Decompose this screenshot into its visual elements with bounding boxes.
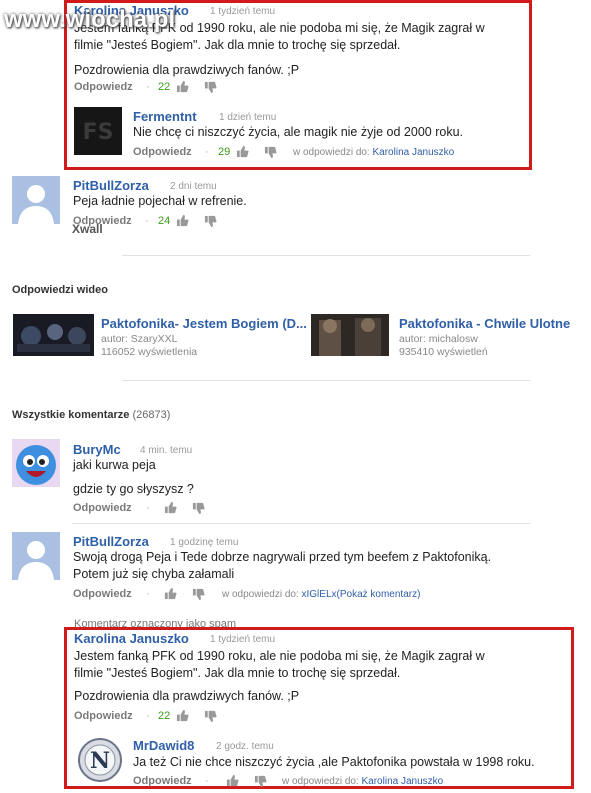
separator-dot: · <box>145 215 149 227</box>
reply-button[interactable]: Odpowiedz <box>74 81 133 93</box>
comment-author[interactable]: PitBullZorza <box>73 178 149 193</box>
video-title-link[interactable]: Paktofonika- Jestem Bogiem (D... <box>101 316 307 331</box>
thumb-down-icon[interactable] <box>204 215 217 228</box>
divider <box>122 380 530 381</box>
watermark-logo: www.wiocha.pl <box>4 6 176 33</box>
in-reply-prefix: w odpowiedzi do: <box>293 147 370 158</box>
separator-dot: · <box>146 81 150 93</box>
in-reply-to: w odpowiedzi do: Karolina Januszko <box>282 776 443 787</box>
video-author: autor: michalosw <box>399 333 478 345</box>
like-count: 22 <box>158 81 171 93</box>
comment-time: 4 min. temu <box>140 445 193 456</box>
thumb-down-icon[interactable] <box>254 775 267 788</box>
comment-text: filmie "Jesteś Bogiem". Jak dla mnie to … <box>74 666 401 680</box>
comment-text: Peja ładnie pojechał w refrenie. <box>73 194 247 208</box>
video-responses-title: Odpowiedzi wideo <box>12 284 108 296</box>
divider <box>72 523 530 524</box>
reply-button[interactable]: Odpowiedz <box>73 502 132 514</box>
thumb-down-icon[interactable] <box>192 588 205 601</box>
comment-time: 1 tydzień temu <box>210 6 276 17</box>
all-comments-title: Wszystkie komentarze (26873) <box>12 409 170 421</box>
comment-author[interactable]: Karolina Januszko <box>74 631 189 646</box>
comment-text: Pozdrowienia dla prawdziwych fanów. ;P <box>74 63 300 77</box>
show-comment-link[interactable]: (Pokaż komentarz) <box>337 589 421 600</box>
video-thumbnail-image-icon <box>311 314 389 356</box>
video-thumbnail[interactable] <box>13 314 94 356</box>
comment-text: Potem już się chyba załamali <box>73 567 235 581</box>
video-thumbnail[interactable] <box>311 314 389 356</box>
reply-time: 2 godz. temu <box>216 741 274 752</box>
comment-text: jaki kurwa peja <box>73 458 156 472</box>
all-comments-label: Wszystkie komentarze <box>12 409 130 421</box>
video-views: 935410 wyświetleń <box>399 346 488 358</box>
comment-author[interactable]: BuryMc <box>73 442 121 457</box>
reply-time: 1 dzień temu <box>219 112 277 123</box>
avatar[interactable] <box>12 439 60 487</box>
video-views: 116052 wyświetlenia <box>101 346 198 358</box>
in-reply-user-link[interactable]: Karolina Januszko <box>373 147 455 158</box>
avatar[interactable]: FS <box>74 107 122 155</box>
svg-text:N: N <box>90 748 110 774</box>
comment-text: Swoją drogą Peja i Tede dobrze nagrywali… <box>73 550 492 564</box>
thumb-up-icon[interactable] <box>176 214 189 227</box>
thumb-down-icon[interactable] <box>264 146 277 159</box>
default-avatar-icon[interactable] <box>12 176 60 224</box>
reply-author[interactable]: Fermentnt <box>133 109 197 124</box>
all-comments-count: (26873) <box>132 409 171 421</box>
thumb-down-icon[interactable] <box>192 502 205 515</box>
in-reply-prefix: w odpowiedzi do: <box>222 589 299 600</box>
comment-text: Pozdrowienia dla prawdziwych fanów. ;P <box>74 689 300 703</box>
thumb-up-icon[interactable] <box>164 587 177 600</box>
reply-text: Nie chcę ci niszczyć życia, ale magik ni… <box>133 125 464 139</box>
comment-time: 2 dni temu <box>170 181 217 192</box>
in-reply-to: w odpowiedzi do: xIGlELx(Pokaż komentarz… <box>222 589 420 600</box>
xwall-overlay-text: Xwall <box>72 222 103 236</box>
separator-dot: · <box>146 588 150 600</box>
comment-text: filmie "Jesteś Bogiem". Jak dla mnie to … <box>74 38 401 52</box>
separator-dot: · <box>146 710 150 722</box>
wikipedia-globe-icon: N <box>76 736 124 784</box>
separator-dot: · <box>146 502 150 514</box>
like-count: 29 <box>218 146 231 158</box>
video-title-link[interactable]: Paktofonika - Chwile Ulotne <box>399 316 570 331</box>
comment-author[interactable]: PitBullZorza <box>73 534 149 549</box>
blue-monster-avatar-icon <box>12 439 60 487</box>
default-avatar-icon[interactable] <box>12 532 60 580</box>
like-count: 22 <box>158 710 171 722</box>
thumb-up-icon[interactable] <box>236 145 249 158</box>
thumb-down-icon[interactable] <box>204 710 217 723</box>
reply-button[interactable]: Odpowiedz <box>133 775 192 787</box>
thumb-up-icon[interactable] <box>226 774 239 787</box>
svg-text:FS: FS <box>83 120 114 145</box>
thumb-up-icon[interactable] <box>176 709 189 722</box>
comment-time: 1 godzinę temu <box>170 537 239 548</box>
in-reply-to: w odpowiedzi do: Karolina Januszko <box>293 147 454 158</box>
video-thumbnail-image-icon <box>13 314 94 356</box>
separator-dot: · <box>205 775 209 787</box>
reply-button[interactable]: Odpowiedz <box>133 146 192 158</box>
comment-text: Jestem fanką PFK od 1990 roku, ale nie p… <box>74 649 485 663</box>
video-author: autor: SzaryXXL <box>101 333 178 345</box>
reply-author[interactable]: MrDawid8 <box>133 738 194 753</box>
reply-button[interactable]: Odpowiedz <box>73 588 132 600</box>
in-reply-prefix: w odpowiedzi do: <box>282 776 359 787</box>
fermentnt-avatar-icon: FS <box>74 107 122 155</box>
comment-text: gdzie ty go słyszysz ? <box>73 482 194 496</box>
reply-text: Ja też Ci nie chce niszczyć życia ,ale P… <box>133 755 535 769</box>
thumb-up-icon[interactable] <box>176 80 189 93</box>
divider <box>122 255 530 256</box>
avatar[interactable]: N <box>76 736 124 784</box>
like-count: 24 <box>158 215 171 227</box>
reply-button[interactable]: Odpowiedz <box>74 710 133 722</box>
thumb-down-icon[interactable] <box>204 81 217 94</box>
thumb-up-icon[interactable] <box>164 501 177 514</box>
comment-time: 1 tydzień temu <box>210 634 276 645</box>
in-reply-user-link[interactable]: xIGlELx <box>302 589 337 600</box>
in-reply-user-link[interactable]: Karolina Januszko <box>362 776 444 787</box>
separator-dot: · <box>205 146 209 158</box>
